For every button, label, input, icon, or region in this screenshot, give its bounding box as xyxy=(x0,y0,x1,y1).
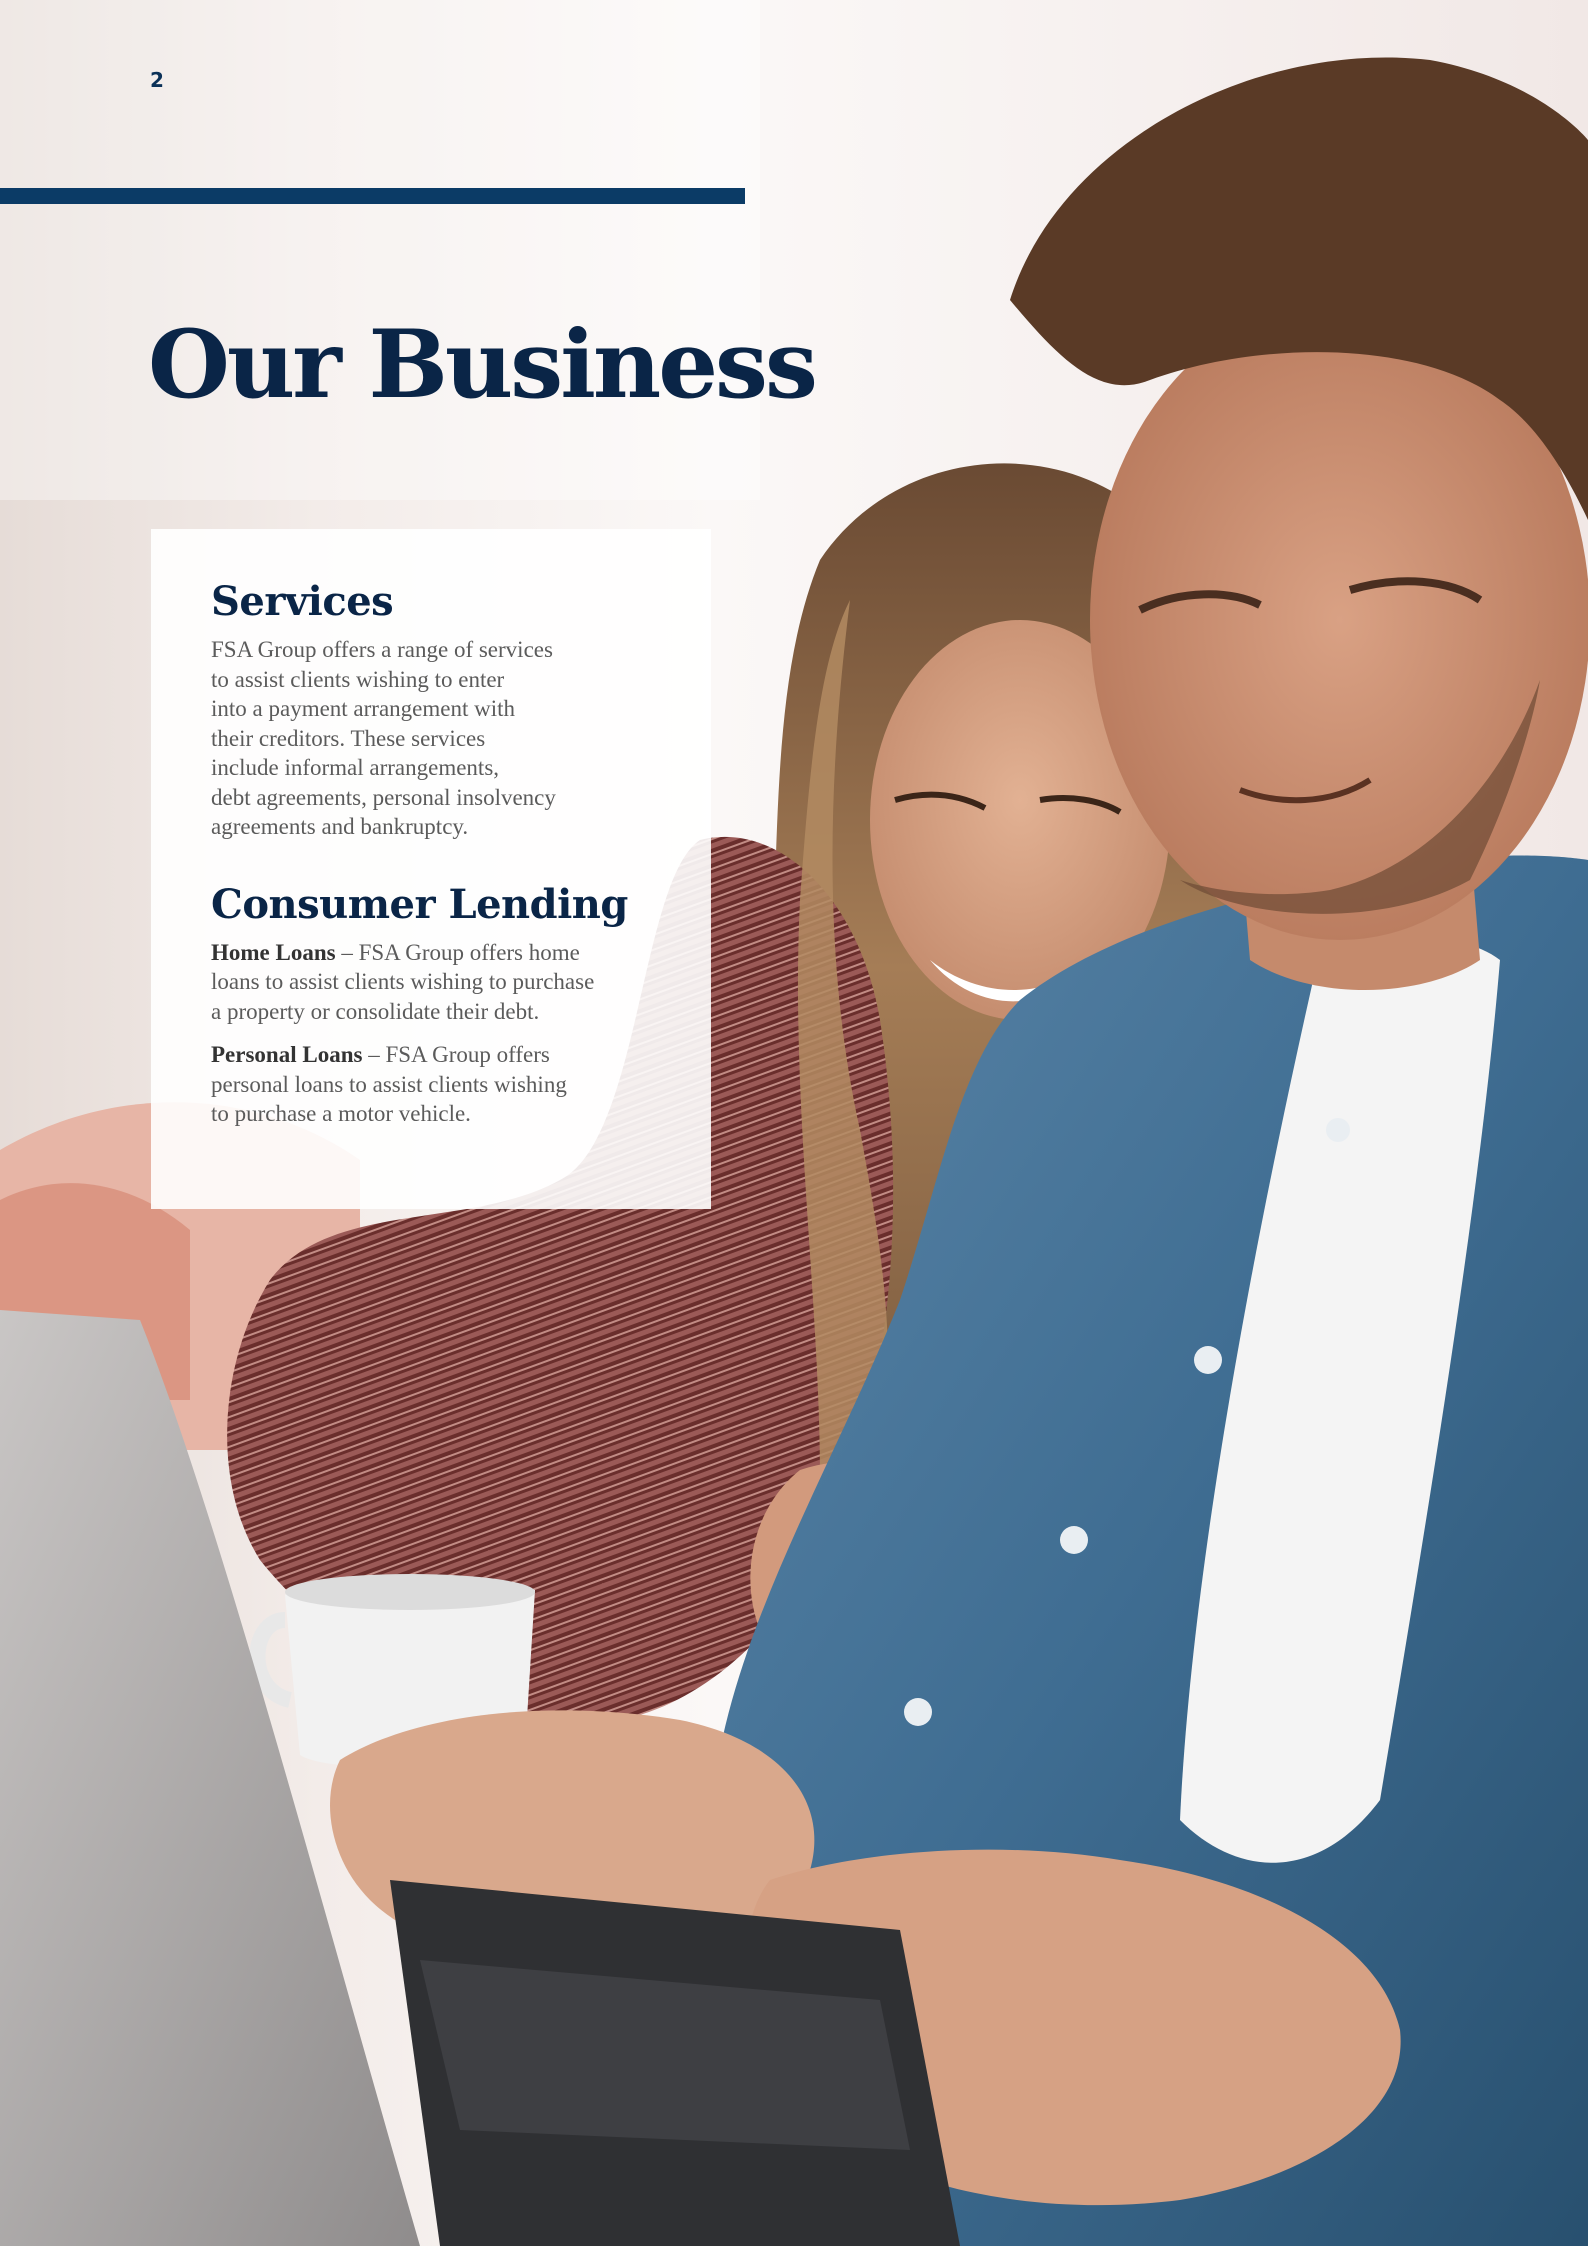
services-body: FSA Group offers a range of services to … xyxy=(211,637,556,839)
info-panel: Services FSA Group offers a range of ser… xyxy=(151,529,711,1209)
home-loans-label: Home Loans xyxy=(211,939,336,965)
personal-loans-paragraph: Personal Loans – FSA Group offers person… xyxy=(211,1040,655,1129)
services-heading: Services xyxy=(211,578,394,625)
page-title: Our Business xyxy=(148,310,818,420)
accent-rule xyxy=(0,188,745,204)
consumer-lending-heading: Consumer Lending xyxy=(211,880,628,928)
home-loans-paragraph: Home Loans – FSA Group offers home loans… xyxy=(211,938,655,1027)
page-number: 2 xyxy=(150,68,164,92)
personal-loans-label: Personal Loans xyxy=(211,1042,363,1067)
